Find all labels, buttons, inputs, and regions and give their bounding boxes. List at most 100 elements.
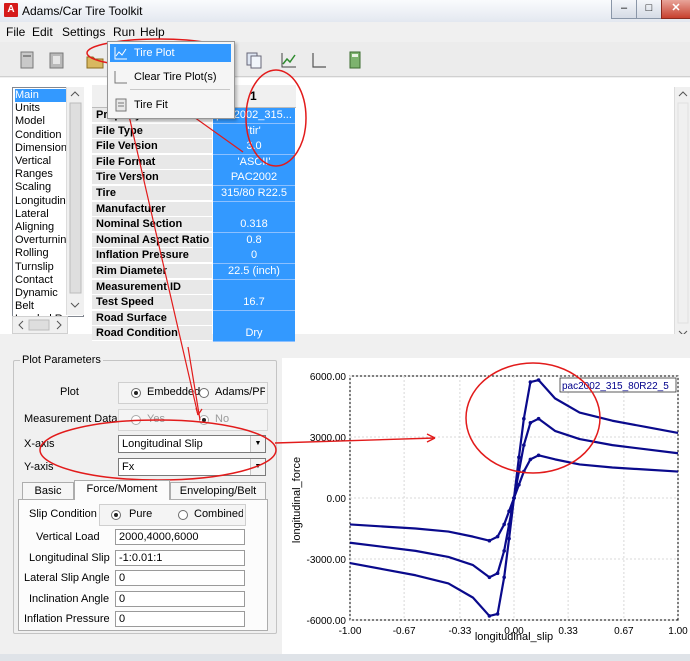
property-value[interactable]: 22.5 (inch) — [213, 264, 295, 280]
slip-combined-radio[interactable] — [178, 510, 188, 520]
section-item[interactable]: Belt — [15, 300, 34, 313]
section-list-scrollbar[interactable] — [66, 87, 84, 315]
chevron-down-icon[interactable]: ▼ — [250, 436, 265, 452]
section-item[interactable]: Vertical — [15, 155, 51, 168]
section-item[interactable]: Rolling — [15, 247, 49, 260]
measurement-no-radio[interactable] — [199, 415, 209, 425]
property-value[interactable]: 'ASCII' — [213, 154, 295, 171]
section-item[interactable]: Aligning — [15, 221, 54, 234]
section-item[interactable]: Ranges — [15, 168, 53, 181]
series-point — [502, 575, 506, 580]
folder-icon[interactable] — [84, 49, 106, 71]
vertical-load-input[interactable]: 2000,4000,6000 — [115, 529, 245, 545]
section-item[interactable]: Lateral — [15, 208, 49, 221]
measurement-yes-radio[interactable] — [131, 415, 141, 425]
menu-settings[interactable]: Settings — [62, 25, 105, 39]
tab-force-moment[interactable]: Force/Moment — [74, 480, 170, 500]
y-axis-select[interactable]: Fx ▼ — [118, 458, 266, 476]
menu-item-tire-plot[interactable]: Tire Plot — [110, 44, 231, 62]
menu-file[interactable]: File — [6, 25, 25, 39]
series-point — [502, 522, 506, 527]
measurement-data-label: Measurement Data — [24, 413, 118, 425]
x-axis-title: longitudinal_slip — [475, 631, 553, 643]
property-label: Nominal Aspect Ratio — [92, 232, 212, 248]
property-label: Road Surface — [92, 310, 212, 326]
property-value[interactable] — [213, 201, 295, 218]
menu-bar: File Edit Settings Run Help — [0, 22, 690, 42]
property-value[interactable]: 3.0 — [213, 139, 295, 156]
longitudinal-slip-input[interactable]: -1:0.01:1 — [115, 550, 245, 566]
plot-ppt-label: Adams/PPT — [215, 386, 265, 398]
plot-label: Plot — [60, 386, 79, 398]
y-axis-label: Y-axis — [24, 461, 54, 473]
menu-edit[interactable]: Edit — [32, 25, 53, 39]
series-point — [487, 538, 492, 543]
y-tick-labels: 6000.003000.000.00-3000.00-6000.00 — [307, 372, 347, 627]
slip-pure-label: Pure — [129, 508, 153, 520]
inclination-angle-input[interactable]: 0 — [115, 591, 245, 607]
measurement-yes-label: Yes — [147, 413, 165, 425]
new-file-icon[interactable] — [16, 49, 38, 71]
section-item[interactable]: Dynamic — [15, 287, 58, 300]
window-title: Adams/Car Tire Toolkit — [22, 4, 143, 18]
tab-basic[interactable]: Basic — [22, 482, 74, 500]
section-item[interactable]: Dimension — [15, 142, 67, 155]
section-item[interactable]: Scaling — [15, 181, 51, 194]
toolbar — [0, 42, 690, 77]
series-point — [528, 380, 533, 384]
grid-scrollbar[interactable] — [674, 87, 690, 341]
menu-run[interactable]: Run — [113, 25, 135, 39]
plot-ppt-radio[interactable] — [199, 388, 209, 398]
minimize-button[interactable]: – — [611, 0, 637, 19]
menu-item-tire-fit[interactable]: Tire Fit — [110, 96, 231, 114]
slip-condition-group: Pure Combined — [99, 504, 246, 526]
slip-combined-label: Combined — [194, 508, 243, 520]
slip-pure-radio[interactable] — [111, 510, 121, 520]
property-value[interactable]: PAC2002 — [213, 170, 295, 187]
x-axis-select[interactable]: Longitudinal Slip ▼ — [118, 435, 266, 453]
section-item[interactable]: Condition — [15, 129, 61, 142]
section-item[interactable]: Main — [15, 89, 67, 102]
x-axis-label: X-axis — [24, 438, 55, 450]
grid-column-header: 1 — [250, 89, 257, 103]
property-value[interactable]: 0 — [213, 248, 295, 265]
property-value[interactable] — [213, 279, 295, 296]
property-value[interactable]: 0.8 — [213, 232, 295, 249]
section-item[interactable]: Overturning — [15, 234, 72, 247]
property-value[interactable] — [213, 310, 295, 327]
section-item[interactable]: Contact — [15, 274, 53, 287]
chevron-down-icon[interactable]: ▼ — [250, 459, 265, 475]
section-list-hscrollbar[interactable] — [12, 316, 68, 334]
property-value[interactable]: Dry — [213, 326, 295, 343]
inclination-angle-label: Inclination Angle — [29, 593, 110, 605]
menu-separator — [130, 89, 230, 90]
plot-embedded-radio[interactable] — [131, 388, 141, 398]
copy-icon[interactable] — [243, 49, 265, 71]
menu-item-clear-tire-plots[interactable]: Clear Tire Plot(s) — [110, 68, 231, 86]
plot-icon[interactable] — [278, 49, 300, 71]
section-item[interactable]: Model — [15, 115, 45, 128]
series-point — [502, 549, 506, 553]
series-point — [528, 457, 533, 462]
series-point — [495, 571, 500, 576]
close-button[interactable]: ✕ — [661, 0, 690, 19]
property-value[interactable]: 'tir' — [213, 123, 295, 140]
plot-embedded-label: Embedded — [147, 386, 201, 398]
lateral-slip-angle-input[interactable]: 0 — [115, 570, 245, 586]
section-item[interactable]: Turnslip — [15, 261, 54, 274]
series-point — [487, 575, 492, 580]
lateral-slip-angle-label: Lateral Slip Angle — [24, 572, 110, 584]
calculator-icon[interactable] — [344, 49, 366, 71]
menu-help[interactable]: Help — [140, 25, 165, 39]
property-value[interactable]: 16.7 — [213, 295, 295, 312]
property-value[interactable]: 0.318 — [213, 217, 295, 234]
property-label: File Format — [92, 154, 212, 170]
longitudinal-force-chart: 6000.003000.000.00-3000.00-6000.00 -1.00… — [291, 372, 688, 643]
open-file-icon[interactable] — [46, 49, 68, 71]
axis-icon[interactable] — [308, 49, 330, 71]
inflation-pressure-input[interactable]: 0 — [115, 611, 245, 627]
maximize-button[interactable]: □ — [636, 0, 662, 19]
tab-enveloping-belt[interactable]: Enveloping/Belt — [170, 482, 266, 500]
section-item[interactable]: Units — [15, 102, 40, 115]
property-value[interactable]: 315/80 R22.5 — [213, 186, 295, 202]
